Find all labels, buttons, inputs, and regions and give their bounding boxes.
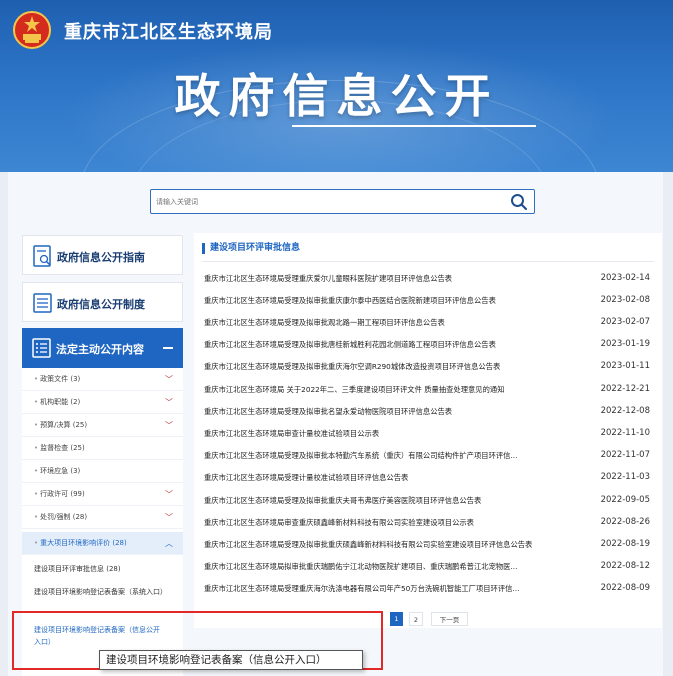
sidebar-item-label: 环境应急 (3) [34,466,80,476]
item-date: 2022-11-10 [600,428,650,438]
sidebar-item-label: 处罚/强制 (28) [34,512,87,522]
item-title[interactable]: 重庆市江北区生态环境局受理及拟审批重庆海尔空调R290城体改造投资项目环评信息公… [204,362,594,372]
item-date: 2022-08-09 [600,583,650,593]
chevron-down-icon: ﹀ [165,375,173,384]
item-title[interactable]: 重庆市江北区生态环境局受理及拟审批唐桂新城胜利花园北侧道路工程项目环评信息公告表 [204,340,594,350]
item-date: 2023-01-19 [600,339,650,349]
sub-item-label: 建设项目环境影响登记表备案（系统入口） [34,588,167,596]
sidebar-item-label: 预算/决算 (25) [34,420,87,430]
sidebar-item-label: 监督检查 (25) [34,443,85,453]
search-input[interactable] [151,190,501,213]
list-item[interactable]: 重庆市江北区生态环境局受理及拟审批重庆康尔泰中西医结合医院新建项目环评信息公告表… [202,291,654,313]
nav-active-content[interactable]: 法定主动公开内容 [22,328,183,368]
page-2-button[interactable]: 2 [409,612,423,626]
divider [202,261,654,262]
item-date: 2022-08-19 [600,539,650,549]
sub-item-eia-approval[interactable]: 建设项目环评审批信息 (28) [22,563,183,575]
list-item[interactable]: 重庆市江北区生态环境局受理及拟审批重庆夫哥韦弗医疗美容医院项目环评信息公告表 20… [202,491,654,513]
item-date: 2022-11-07 [600,450,650,460]
chevron-down-icon: ﹀ [165,513,173,522]
nav-system[interactable]: 政府信息公开制度 [22,282,183,322]
next-page-button[interactable]: 下一页 [431,612,468,626]
list-item[interactable]: 重庆市江北区生态环境局受理及拟审批重庆硕鑫峰新材料科技有限公司实验室建设项目环评… [202,535,654,557]
item-date: 2023-02-14 [600,273,650,283]
list-item[interactable]: 重庆市江北区生态环境局拟审批重庆瑞鹏佑宁江北动物医院扩建项目、重庆瑞鹏希普江北宠… [202,557,654,579]
sidebar-item-penalty[interactable]: 处罚/强制 (28) ﹀ [22,506,183,529]
item-date: 2022-12-08 [600,406,650,416]
chevron-down-icon: ﹀ [165,421,173,430]
list-item[interactable]: 重庆市江北区生态环境局审查计量校准试验项目公示表 2022-11-10 [202,424,654,446]
collapse-icon[interactable] [163,347,173,349]
list-item[interactable]: 重庆市江北区生态环境局受理及拟审批本特勤汽车系统（重庆）有限公司结构件扩产项目环… [202,446,654,468]
document-list-icon [33,293,52,313]
tooltip: 建设项目环境影响登记表备案（信息公开入口） [99,650,363,670]
item-title[interactable]: 重庆市江北区生态环境局受理及拟审批本特勤汽车系统（重庆）有限公司结构件扩产项目环… [204,451,594,461]
item-title[interactable]: 重庆市江北区生态环境局受理及拟审批重庆康尔泰中西医结合医院新建项目环评信息公告表 [204,296,594,306]
sidebar-item-permit[interactable]: 行政许可 (99) ﹀ [22,483,183,506]
list-item[interactable]: 重庆市江北区生态环境局审查重庆硕鑫峰新材料科技有限公司实验室建设项目公示表 202… [202,513,654,535]
list-item[interactable]: 重庆市江北区生态环境局受理重庆爱尔儿童眼科医院扩建项目环评信息公告表 2023-0… [202,269,654,291]
item-date: 2023-02-07 [600,317,650,327]
item-title[interactable]: 重庆市江北区生态环境局 关于2022年二、三季度建设项目环评文件 质量抽查处理意… [204,385,594,395]
page-title: 政府信息公开 [174,69,499,123]
search-bar [150,189,535,214]
item-title[interactable]: 重庆市江北区生态环境局受理重庆海尔洗涤电器有限公司年产50万台洗碗机智能工厂项目… [204,584,594,594]
sidebar-item-label: 政策文件 (3) [34,374,80,384]
sidebar-item-inspection[interactable]: 监督检查 (25) [22,437,183,460]
list-item[interactable]: 重庆市江北区生态环境局受理计量校准试验项目环评信息公告表 2022-11-03 [202,468,654,490]
item-date: 2022-08-12 [600,561,650,571]
item-title[interactable]: 重庆市江北区生态环境局审查计量校准试验项目公示表 [204,429,594,439]
sidebar-item-eia[interactable]: 重大项目环境影响评价 (28) ︿ [22,532,183,555]
sidebar-item-label: 行政许可 (99) [34,489,85,499]
item-date: 2022-12-21 [600,384,650,394]
page-1-button[interactable]: 1 [390,612,403,626]
sidebar-item-budget[interactable]: 预算/决算 (25) ﹀ [22,414,183,437]
item-title[interactable]: 重庆市江北区生态环境局拟审批重庆瑞鹏佑宁江北动物医院扩建项目、重庆瑞鹏希普江北宠… [204,562,594,572]
title-underline [292,125,536,127]
item-date: 2022-08-26 [600,517,650,527]
nav-active-label: 法定主动公开内容 [56,343,144,356]
site-title: 重庆市江北区生态环境局 [64,22,273,43]
item-date: 2023-02-08 [600,295,650,305]
list-item[interactable]: 重庆市江北区生态环境局受理及拟审批观北路一期工程项目环评信息公告表 2023-02… [202,313,654,335]
list-icon [32,338,51,358]
sidebar-item-emergency[interactable]: 环境应急 (3) [22,460,183,483]
nav-system-label: 政府信息公开制度 [57,298,145,311]
item-title[interactable]: 重庆市江北区生态环境局受理重庆爱尔儿童眼科医院扩建项目环评信息公告表 [204,274,594,284]
item-date: 2022-09-05 [600,495,650,505]
sub-item-label: 建设项目环评审批信息 (28) [34,565,121,573]
item-title[interactable]: 重庆市江北区生态环境局受理及拟审批重庆夫哥韦弗医疗美容医院项目环评信息公告表 [204,496,594,506]
item-date: 2022-11-03 [600,472,650,482]
chevron-down-icon: ﹀ [165,398,173,407]
item-date: 2023-01-11 [600,361,650,371]
list-item[interactable]: 重庆市江北区生态环境局受理重庆海尔洗涤电器有限公司年产50万台洗碗机智能工厂项目… [202,579,654,601]
list-item[interactable]: 重庆市江北区生态环境局受理及拟审批重庆海尔空调R290城体改造投资项目环评信息公… [202,357,654,379]
chevron-down-icon: ﹀ [165,490,173,499]
list-item[interactable]: 重庆市江北区生态环境局受理及拟审批名望永爱动物医院项目环评信息公告表 2022-1… [202,402,654,424]
sidebar-item-label: 机构职能 (2) [34,397,80,407]
sidebar-item-functions[interactable]: 机构职能 (2) ﹀ [22,391,183,414]
list-item[interactable]: 重庆市江北区生态环境局受理及拟审批唐桂新城胜利花园北侧道路工程项目环评信息公告表… [202,335,654,357]
list-item[interactable]: 重庆市江北区生态环境局 关于2022年二、三季度建设项目环评文件 质量抽查处理意… [202,380,654,402]
item-title[interactable]: 重庆市江北区生态环境局受理及拟审批名望永爱动物医院项目环评信息公告表 [204,407,594,417]
content-panel: 建设项目环评审批信息 重庆市江北区生态环境局受理重庆爱尔儿童眼科医院扩建项目环评… [194,233,662,628]
nav-guide[interactable]: 政府信息公开指南 [22,235,183,275]
header-banner: 重庆市江北区生态环境局 政府信息公开 [0,0,673,172]
chevron-up-icon: ︿ [165,539,173,548]
nav-guide-label: 政府信息公开指南 [57,251,145,264]
sub-item-registration-system[interactable]: 建设项目环境影响登记表备案（系统入口） [22,586,183,598]
item-title[interactable]: 重庆市江北区生态环境局审查重庆硕鑫峰新材料科技有限公司实验室建设项目公示表 [204,518,594,528]
item-title[interactable]: 重庆市江北区生态环境局受理及拟审批重庆硕鑫峰新材料科技有限公司实验室建设项目环评… [204,540,594,550]
sidebar-item-label: 重大项目环境影响评价 (28) [34,538,127,548]
guide-icon [33,245,51,267]
item-title[interactable]: 重庆市江北区生态环境局受理计量校准试验项目环评信息公告表 [204,473,594,483]
item-title[interactable]: 重庆市江北区生态环境局受理及拟审批观北路一期工程项目环评信息公告表 [204,318,594,328]
search-icon[interactable] [510,193,528,211]
content-heading: 建设项目环评审批信息 [202,243,300,254]
national-emblem-icon [13,11,51,49]
sidebar-item-policy[interactable]: 政策文件 (3) ﹀ [22,368,183,391]
